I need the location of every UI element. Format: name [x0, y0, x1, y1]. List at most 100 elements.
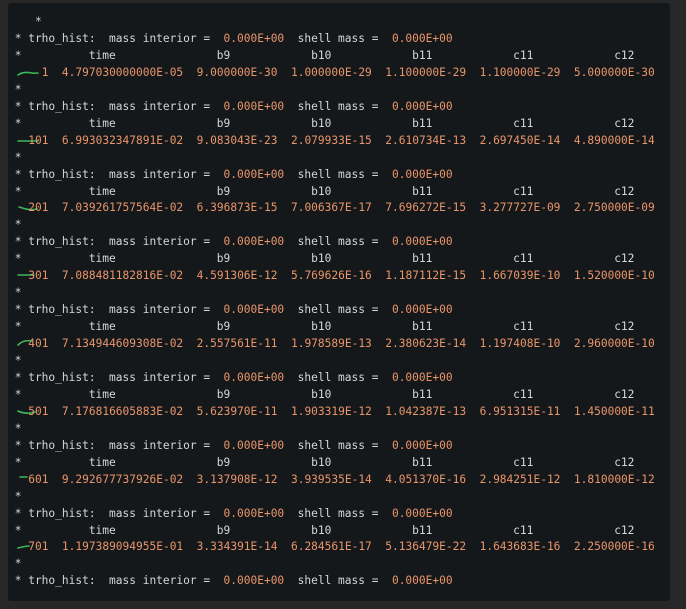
b11-value: 2.380623E-14 — [385, 337, 467, 351]
header-label: * trho_hist: mass interior = — [8, 31, 224, 45]
mass-interior-value: 0.000E+00 — [223, 303, 285, 317]
c11-value: 1.643683E-16 — [479, 540, 561, 554]
row-lead — [8, 134, 28, 147]
c11-value: 2.697450E-14 — [479, 133, 561, 147]
shell-mass-value: 0.000E+00 — [391, 370, 453, 384]
value-gap — [560, 201, 573, 214]
value-gap — [277, 66, 290, 79]
mass-interior-value: 0.000E+00 — [223, 235, 285, 249]
value-gap — [183, 134, 196, 147]
b11-value: 5.136479E-22 — [385, 540, 467, 554]
c12-value: 2.250000E-16 — [573, 540, 655, 554]
header-label: * trho_hist: mass interior = — [8, 506, 224, 520]
shell-mass-value: 0.000E+00 — [391, 438, 453, 452]
value-gap — [183, 540, 196, 553]
trho-hist-header-line: * trho_hist: mass interior = 0.000E+00 s… — [8, 167, 453, 183]
row-lead — [8, 269, 28, 282]
column-headers: * time b9 b10 b11 c11 c12 — [8, 320, 635, 334]
shell-mass-value: 0.000E+00 — [391, 167, 453, 181]
header-label: * trho_hist: mass interior = — [8, 235, 224, 249]
c11-value: 1.100000E-29 — [479, 65, 561, 79]
value-gap — [277, 473, 290, 486]
value-gap — [466, 473, 479, 486]
value-gap — [277, 405, 290, 418]
header-label: * trho_hist: mass interior = — [8, 438, 224, 452]
value-gap — [48, 405, 61, 418]
b11-value: 1.042387E-13 — [385, 404, 467, 418]
data-row: 401 7.134944609308E-02 2.557561E-11 1.97… — [8, 336, 655, 352]
separator-line: * — [8, 150, 22, 166]
value-gap — [48, 540, 61, 553]
shell-mass-value: 0.000E+00 — [391, 506, 453, 520]
c11-value: 2.984251E-12 — [479, 472, 561, 486]
value-gap — [466, 540, 479, 553]
separator-line: * — [8, 217, 22, 233]
value-gap — [372, 134, 385, 147]
column-headers: * time b9 b10 b11 c11 c12 — [8, 455, 635, 469]
separator-text: * — [8, 82, 22, 96]
shell-mass-label: shell mass = — [284, 438, 392, 452]
shell-mass-value: 0.000E+00 — [391, 31, 453, 45]
mass-interior-value: 0.000E+00 — [223, 31, 285, 45]
b10-value: 2.079933E-15 — [290, 133, 372, 147]
c12-value: 1.810000E-12 — [573, 472, 655, 486]
b9-value: 3.334391E-14 — [196, 540, 278, 554]
trho-hist-header-line: * trho_hist: mass interior = 0.000E+00 s… — [8, 438, 453, 454]
trho-hist-header-line: * trho_hist: mass interior = 0.000E+00 s… — [8, 573, 453, 589]
value-gap — [560, 134, 573, 147]
shell-mass-value: 0.000E+00 — [391, 235, 453, 249]
value-gap — [183, 269, 196, 282]
step-number: 601 — [28, 472, 49, 486]
value-gap — [48, 337, 61, 350]
b10-value: 3.939535E-14 — [290, 472, 372, 486]
row-lead — [8, 337, 28, 350]
b9-value: 4.591306E-12 — [196, 269, 278, 283]
b11-value: 1.100000E-29 — [385, 65, 467, 79]
value-gap — [48, 134, 61, 147]
shell-mass-value: 0.000E+00 — [391, 99, 453, 113]
header-label: * trho_hist: mass interior = — [8, 303, 224, 317]
shell-mass-label: shell mass = — [284, 99, 392, 113]
value-gap — [183, 405, 196, 418]
b10-value: 1.000000E-29 — [290, 65, 372, 79]
value-gap — [466, 337, 479, 350]
value-gap — [48, 201, 61, 214]
step-number: 401 — [28, 337, 49, 351]
mass-interior-value: 0.000E+00 — [223, 506, 285, 520]
data-row: 701 1.197389094955E-01 3.334391E-14 6.28… — [8, 539, 655, 555]
separator-text: * — [8, 15, 42, 28]
shell-mass-label: shell mass = — [284, 167, 392, 181]
b10-value: 6.284561E-17 — [290, 540, 372, 554]
data-row: 501 7.176816605883E-02 5.623970E-11 1.90… — [8, 404, 655, 420]
row-lead — [8, 473, 28, 486]
value-gap — [277, 134, 290, 147]
separator-line: * — [8, 14, 42, 30]
value-gap — [560, 540, 573, 553]
b11-value: 1.187112E-15 — [385, 269, 467, 283]
value-gap — [183, 473, 196, 486]
shell-mass-label: shell mass = — [284, 506, 392, 520]
separator-text: * — [8, 150, 22, 164]
separator-line: * — [8, 489, 22, 505]
column-header-line: * time b9 b10 b11 c11 c12 — [8, 387, 635, 403]
b9-value: 5.623970E-11 — [196, 404, 278, 418]
b10-value: 7.006367E-17 — [290, 201, 372, 215]
b10-value: 1.978589E-13 — [290, 337, 372, 351]
time-value: 1.197389094955E-01 — [61, 540, 184, 554]
row-lead — [8, 66, 42, 79]
separator-line: * — [8, 556, 22, 572]
separator-line: * — [8, 82, 22, 98]
time-value: 6.993032347891E-02 — [61, 133, 184, 147]
value-gap — [560, 269, 573, 282]
c12-value: 2.960000E-10 — [573, 337, 655, 351]
data-row: 301 7.088481182816E-02 4.591306E-12 5.76… — [8, 268, 655, 284]
value-gap — [372, 269, 385, 282]
c11-value: 6.951315E-11 — [479, 404, 561, 418]
trho-hist-header-line: * trho_hist: mass interior = 0.000E+00 s… — [8, 99, 453, 115]
column-headers: * time b9 b10 b11 c11 c12 — [8, 523, 635, 537]
time-value: 7.039261757564E-02 — [61, 201, 184, 215]
value-gap — [277, 269, 290, 282]
header-label: * trho_hist: mass interior = — [8, 99, 224, 113]
separator-text: * — [8, 489, 22, 503]
trho-hist-header-line: * trho_hist: mass interior = 0.000E+00 s… — [8, 234, 453, 250]
